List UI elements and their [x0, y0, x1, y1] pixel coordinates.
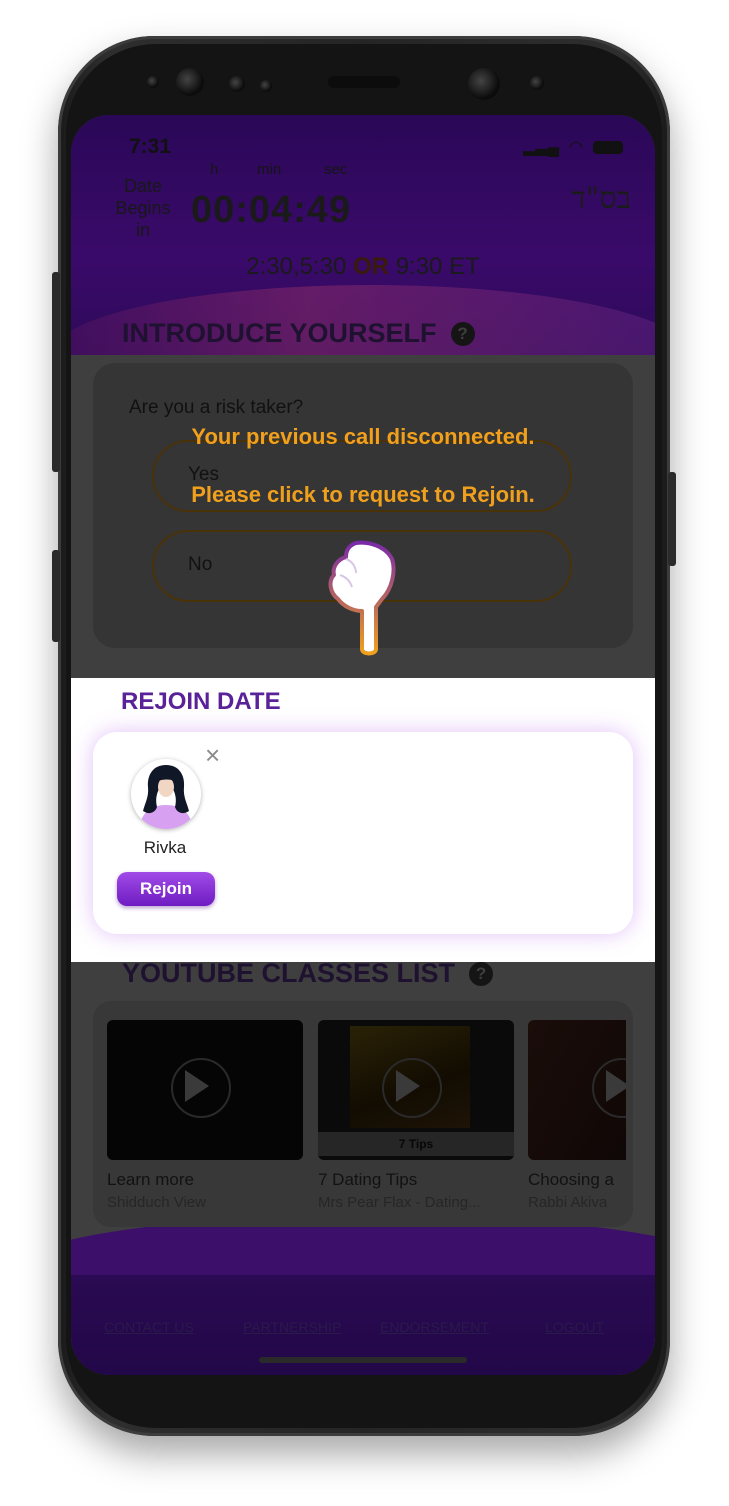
- close-icon[interactable]: ×: [205, 742, 220, 768]
- rejoin-panel: REJOIN DATE × Rivka Rejoin: [71, 678, 655, 962]
- video-channel: Shidduch View: [107, 1194, 206, 1211]
- date-begins-label: Date Begins in: [115, 176, 171, 240]
- countdown-timer: 00:04:49: [191, 189, 352, 231]
- user-name: Rivka: [143, 838, 187, 857]
- battery-icon: [593, 140, 623, 154]
- video-thumbnail[interactable]: [107, 1020, 303, 1160]
- play-icon: [185, 1070, 209, 1102]
- disconnect-message: Your previous call disconnected.: [191, 424, 535, 449]
- video-title: Learn more: [107, 1170, 194, 1189]
- rejoin-instruction: Please click to request to Rejoin.: [191, 482, 535, 507]
- video-channel: Rabbi Akiva: [528, 1194, 608, 1211]
- video-thumbnail[interactable]: 7 Tips: [318, 1020, 514, 1160]
- status-time: 7:31: [129, 135, 172, 158]
- woman-avatar-icon: [131, 759, 201, 829]
- signal-icon: ▂▃▄: [523, 139, 560, 156]
- logout-link[interactable]: LOGOUT: [545, 1319, 604, 1335]
- sensor-icon: [147, 76, 159, 88]
- endorsement-link[interactable]: ENDORSEMENT: [380, 1319, 489, 1335]
- video-title: 7 Dating Tips: [318, 1170, 418, 1189]
- sensor-icon: [260, 80, 272, 92]
- sensor-icon: [468, 68, 500, 100]
- hours-unit-label: h: [210, 161, 219, 178]
- play-icon: [606, 1070, 626, 1102]
- date-times: 2:30,5:30 OR 9:30 ET: [246, 253, 480, 280]
- video-item[interactable]: Learn more Shidduch View: [107, 1020, 303, 1211]
- help-icon[interactable]: ?: [450, 322, 475, 346]
- video-item[interactable]: 7 Tips 7 Dating Tips Mrs Pear Flax - Dat…: [318, 1020, 514, 1211]
- footer-links: CONTACT US PARTNERSHIP ENDORSEMENT LOGOU…: [71, 1319, 655, 1343]
- video-item[interactable]: Choosing a Rabbi Akiva: [528, 1020, 626, 1211]
- contact-us-link[interactable]: CONTACT US: [104, 1319, 194, 1335]
- pointing-hand-icon: [328, 540, 396, 656]
- sensor-icon: [530, 76, 544, 90]
- video-thumbnail[interactable]: [528, 1020, 626, 1160]
- app-screen: 7:31 ▂▃▄ ◠ Date Begins in h min sec 00:0…: [71, 115, 655, 1375]
- wifi-icon: ◠: [569, 139, 583, 156]
- question-text: Are you a risk taker?: [129, 397, 304, 418]
- power-button: [668, 472, 676, 566]
- sensor-icon: [229, 76, 245, 92]
- video-list: Learn more Shidduch View 7 Tips 7 Dating…: [107, 1020, 626, 1220]
- video-title: Choosing a: [528, 1170, 615, 1189]
- rejoin-button[interactable]: Rejoin: [117, 872, 215, 906]
- volume-up-button: [52, 272, 60, 472]
- home-indicator[interactable]: [259, 1357, 467, 1363]
- youtube-title: YOUTUBE CLASSES LIST?: [122, 958, 494, 989]
- volume-down-button: [52, 550, 60, 642]
- earpiece-speaker: [328, 76, 400, 88]
- introduce-title: INTRODUCE YOURSELF?: [122, 318, 475, 349]
- play-icon: [396, 1070, 420, 1102]
- seconds-unit-label: sec: [324, 161, 348, 178]
- front-camera-icon: [176, 68, 204, 96]
- status-icons: ▂▃▄ ◠: [523, 137, 623, 157]
- thumbnail-caption-band: 7 Tips: [318, 1132, 514, 1156]
- video-channel: Mrs Pear Flax - Dating...: [318, 1194, 481, 1211]
- help-icon[interactable]: ?: [469, 962, 494, 986]
- partnership-link[interactable]: PARTNERSHIP: [243, 1319, 341, 1335]
- minutes-unit-label: min: [257, 161, 282, 178]
- rejoin-card: × Rivka Rejoin: [93, 732, 633, 934]
- avatar: [131, 759, 201, 829]
- rejoin-title: REJOIN DATE: [121, 688, 281, 715]
- hebrew-mark: בס"ד: [571, 181, 631, 216]
